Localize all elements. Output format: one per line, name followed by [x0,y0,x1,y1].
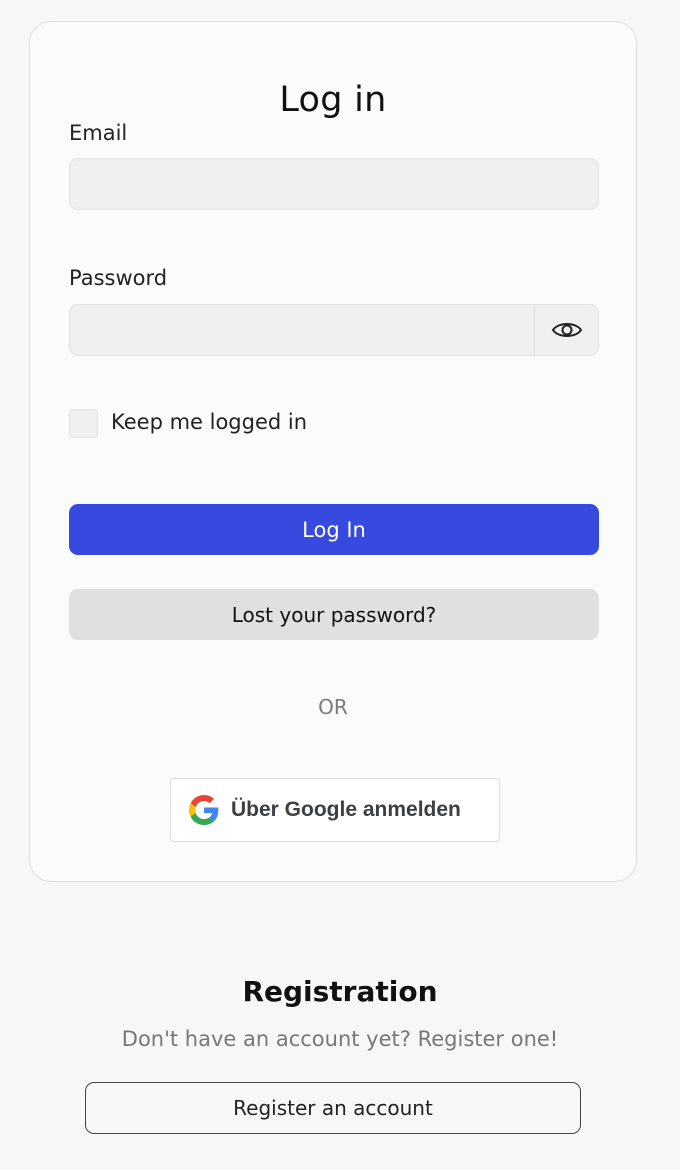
google-g-icon [189,795,219,825]
keep-logged-in-checkbox[interactable] [69,409,98,438]
password-field[interactable] [70,305,534,355]
or-divider: OR [318,695,348,719]
login-card: Log in Email Password Keep me logged in … [29,21,637,882]
email-field[interactable] [70,159,598,209]
registration-text: Don't have an account yet? Register one! [121,1027,559,1051]
register-button[interactable]: Register an account [85,1082,581,1134]
keep-logged-in-label[interactable]: Keep me logged in [111,410,307,434]
email-field-wrapper [69,158,599,210]
google-signin-label: Über Google anmelden [231,798,461,821]
google-signin-button[interactable]: Über Google anmelden [170,778,500,842]
email-label: Email [69,121,128,145]
password-field-wrapper [69,304,599,356]
password-label: Password [69,266,168,290]
login-button[interactable]: Log In [69,504,599,555]
eye-icon[interactable] [534,305,598,355]
login-title: Log in [279,80,387,120]
lost-password-button[interactable]: Lost your password? [69,589,599,640]
registration-title: Registration [242,975,438,1008]
